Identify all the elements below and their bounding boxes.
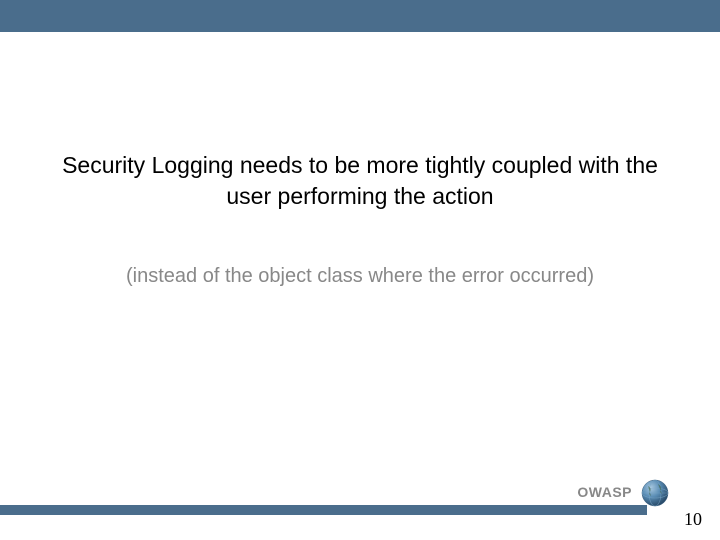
- sub-heading: (instead of the object class where the e…: [40, 265, 680, 288]
- top-bar: [0, 0, 720, 32]
- globe-icon: [640, 478, 670, 508]
- page-number: 10: [684, 509, 702, 530]
- owasp-brand-label: OWASP: [577, 484, 632, 500]
- main-heading: Security Logging needs to be more tightl…: [40, 150, 680, 212]
- bottom-bar: [0, 505, 647, 515]
